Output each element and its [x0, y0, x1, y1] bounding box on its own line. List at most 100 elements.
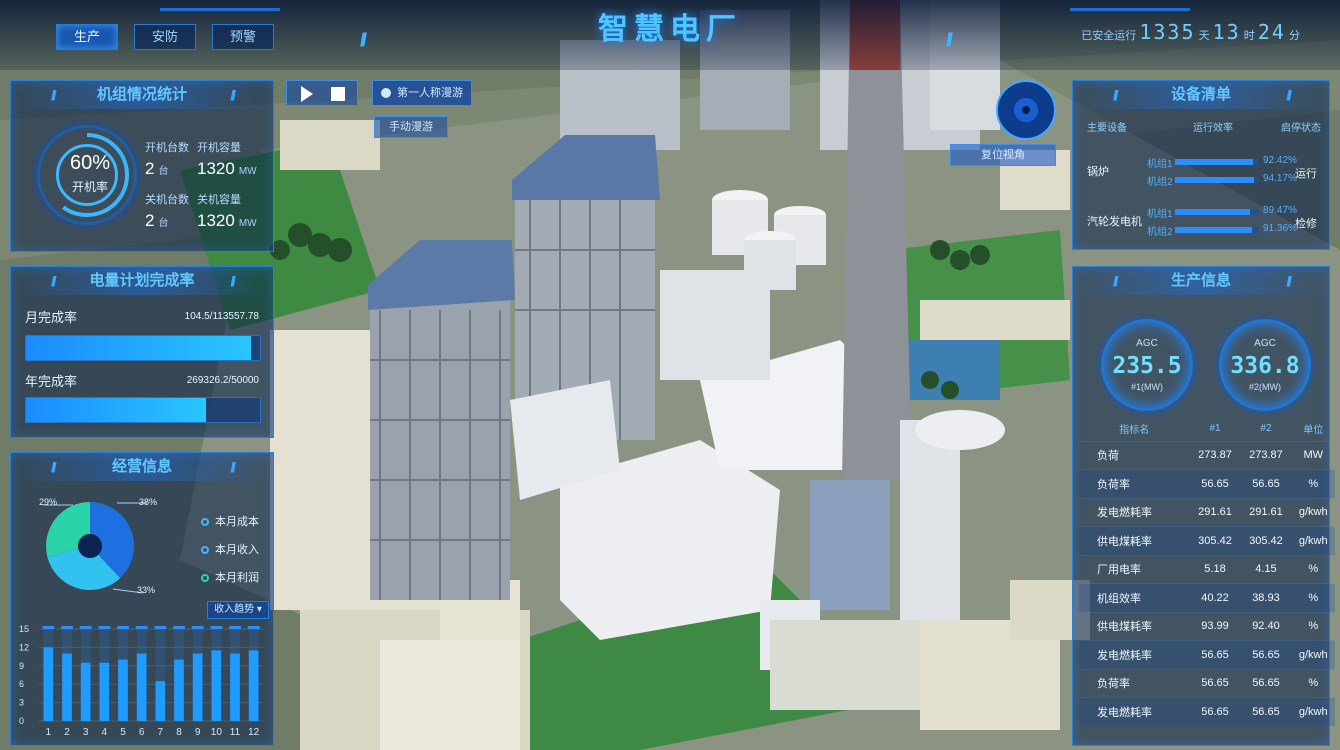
- chevron-right-icon: ///: [946, 30, 953, 50]
- equipment-name: 锅炉: [1087, 166, 1109, 178]
- legend-cost: 本月成本: [201, 513, 259, 529]
- month-rate-label: 月完成率: [25, 310, 78, 325]
- metric-name-cell: 供电煤耗率: [1079, 611, 1190, 641]
- stop-icon[interactable]: [331, 87, 345, 101]
- y-tick-label: 12: [19, 642, 29, 652]
- bar: [99, 662, 110, 721]
- header-accent-line: [1070, 8, 1190, 11]
- person-icon: [381, 88, 391, 99]
- efficiency-value: 89.47%: [1263, 205, 1297, 216]
- trend-select[interactable]: 收入趋势 ▾: [207, 601, 269, 619]
- y-tick-label: 15: [19, 624, 29, 634]
- hours-unit: 时: [1243, 30, 1255, 42]
- x-tick-label: 5: [120, 727, 126, 738]
- manual-roam-button[interactable]: 手动漫游: [374, 116, 448, 138]
- metric-name-cell: 发电燃耗率: [1079, 697, 1190, 726]
- year-rate-value: 269326.2/50000: [186, 375, 259, 386]
- unit-stats-panel: /// 机组情况统计 /// 60% 开机率 开机台数 2台 开机容量 1320…: [10, 80, 274, 252]
- power-plan-title: 电量计划完成率: [89, 272, 195, 289]
- year-rate-label: 年完成率: [25, 374, 78, 389]
- legend-dot-icon: [201, 574, 209, 583]
- x-tick-label: 12: [248, 727, 260, 738]
- on-capacity-stat: 开机容量 1320 MW: [197, 139, 257, 179]
- x-tick-label: 4: [102, 727, 108, 738]
- startup-rate-value: 60%: [69, 152, 111, 174]
- x-tick-label: 3: [83, 727, 89, 738]
- unit1-value-cell: 56.65: [1189, 469, 1241, 498]
- safe-run-days: 1335: [1139, 20, 1196, 44]
- panel-title: /// 设备清单 ///: [1073, 81, 1329, 109]
- compass-icon[interactable]: [996, 80, 1056, 140]
- legend-dot-icon: [201, 546, 209, 555]
- chevron-left-icon: ///: [51, 273, 56, 289]
- y-tick-label: 6: [19, 679, 24, 689]
- bar: [192, 653, 203, 721]
- legend-profit: 本月利润: [201, 569, 259, 585]
- tab-production[interactable]: 生产: [56, 24, 118, 50]
- metric-name-cell: 负荷率: [1079, 668, 1190, 698]
- unit2-value-cell: 56.65: [1240, 697, 1292, 726]
- off-count-stat: 关机台数 2台: [145, 191, 189, 231]
- table-row: 发电燃耗率 56.65 56.65 g/kwh: [1079, 640, 1335, 669]
- reset-view-button[interactable]: 复位视角: [950, 144, 1056, 166]
- year-progress-fill: [26, 398, 207, 422]
- panel-title: /// 机组情况统计 ///: [11, 81, 273, 109]
- x-tick-label: 2: [64, 727, 70, 738]
- safe-run-minutes: 24: [1257, 20, 1286, 44]
- bar: [136, 653, 147, 721]
- chevron-down-icon: ▾: [256, 604, 262, 615]
- bar: [43, 647, 54, 721]
- bar-cap: [191, 626, 204, 629]
- x-tick-label: 6: [139, 727, 145, 738]
- on-count-label: 开机台数: [145, 142, 189, 154]
- tab-security[interactable]: 安防: [134, 24, 196, 50]
- on-capacity-label: 开机容量: [197, 142, 241, 154]
- chevron-left-icon: ///: [1113, 87, 1118, 103]
- efficiency-value: 92.42%: [1263, 155, 1297, 166]
- agc-gauge-2: AGC 336.8 #2(MW): [1219, 319, 1311, 411]
- agc-gauge-1: AGC 235.5 #1(MW): [1101, 319, 1193, 411]
- playback-controls: [286, 80, 358, 106]
- play-icon[interactable]: [301, 86, 313, 102]
- first-person-button[interactable]: 第一人称漫游: [372, 80, 472, 106]
- unit2-value-cell: 92.40: [1240, 611, 1292, 641]
- safe-run-counter: 已安全运行 1335 天 13 时 24 分: [1081, 20, 1300, 44]
- business-title: 经营信息: [111, 458, 172, 475]
- metric-name-cell: 发电燃耗率: [1079, 497, 1190, 527]
- chevron-right-icon: ///: [230, 87, 235, 103]
- table-header-row: 指标名 #1 #2 单位: [1079, 417, 1335, 441]
- unit-cell: %: [1291, 554, 1335, 584]
- unit1-value-cell: 5.18: [1189, 554, 1241, 584]
- off-capacity-label: 关机容量: [197, 194, 241, 206]
- col-header-equipment: 主要设备: [1087, 123, 1127, 134]
- x-tick-label: 11: [230, 727, 241, 738]
- page-title: 智慧电厂: [598, 13, 742, 46]
- x-tick-label: 7: [158, 727, 164, 738]
- efficiency-value: 91.36%: [1263, 223, 1297, 234]
- tab-warning[interactable]: 预警: [212, 24, 274, 50]
- chevron-left-icon: ///: [1113, 273, 1118, 289]
- bar-cap: [98, 626, 111, 629]
- on-count-value: 2台: [145, 159, 169, 178]
- agc-unit: #2(MW): [1249, 382, 1281, 392]
- bar-cap: [229, 626, 241, 629]
- safe-run-label: 已安全运行: [1081, 30, 1137, 42]
- bar-cap: [154, 626, 167, 629]
- unit2-value-cell: 305.42: [1240, 526, 1292, 555]
- bar-cap: [117, 626, 129, 629]
- unit-cell: g/kwh: [1291, 640, 1335, 669]
- production-table: 指标名 #1 #2 单位 负荷 273.87 273.87 MW 负荷率 56.65 56.…: [1079, 417, 1335, 726]
- bar-cap: [210, 626, 223, 629]
- efficiency-bar: [1175, 177, 1259, 183]
- power-plan-panel: /// 电量计划完成率 /// 月完成率 104.5/113557.78 年完成…: [10, 266, 274, 438]
- month-progress-fill: [26, 336, 251, 360]
- efficiency-bar-fill: [1175, 209, 1251, 215]
- equipment-panel: /// 设备清单 /// 主要设备 运行效率 启停状态 锅炉 机组1 92.42…: [1072, 80, 1330, 250]
- x-tick-label: 8: [176, 727, 182, 738]
- x-tick-label: 10: [211, 727, 223, 738]
- col-header-unit: 单位: [1303, 425, 1324, 437]
- table-row: 供电煤耗率 305.42 305.42 g/kwh: [1079, 526, 1335, 555]
- year-progress-bar: [25, 397, 261, 423]
- unit-label: 机组1: [1147, 159, 1173, 170]
- unit-cell: g/kwh: [1291, 697, 1335, 726]
